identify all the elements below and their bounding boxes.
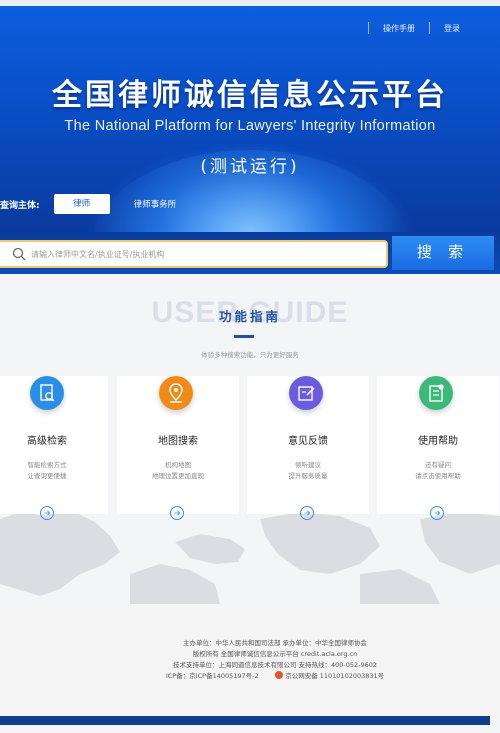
arrow-right-icon[interactable] [300, 506, 314, 520]
card-title: 使用帮助 [418, 436, 458, 447]
footer: 主办单位：中华人民共和国司法部 承办单位：中华全国律师协会 版权所有 全国律师诚… [0, 604, 500, 716]
page-title: 全国律师诚信信息公示平台 [52, 78, 448, 113]
footer-organizer: 主办单位：中华人民共和国司法部 承办单位：中华全国律师协会 [182, 639, 368, 647]
query-subject-label: 查询主体: [0, 200, 40, 211]
edit-feedback-icon [289, 376, 323, 410]
feature-card-help[interactable]: 使用帮助 还有疑问 请点击使用帮助 [377, 376, 499, 520]
arrow-right-icon[interactable] [170, 506, 184, 520]
guide-title: 功能指南 [218, 309, 281, 324]
arrow-right-icon[interactable] [40, 506, 54, 520]
nav-separator [368, 22, 369, 34]
guide-title-underline [234, 335, 254, 338]
test-run-label: (测试运行) [200, 157, 300, 177]
nav-manual-link[interactable]: 操作手册 [383, 23, 415, 34]
nav-login-link[interactable]: 登录 [444, 23, 460, 34]
query-subject-selector: 查询主体: 律师 律师事务所 [0, 194, 176, 214]
nav-separator [429, 22, 430, 34]
police-badge-icon [275, 671, 284, 679]
map-pin-icon [159, 376, 193, 410]
page-title-english: The National Platform for Lawyers' Integ… [64, 118, 436, 134]
footer-icp[interactable]: ICP备：京ICP备14005197号-2 [166, 672, 259, 680]
search-button[interactable]: 搜 索 [392, 236, 494, 270]
card-title: 地图搜索 [158, 436, 198, 447]
card-title: 意见反馈 [288, 436, 328, 447]
search-box [0, 240, 388, 268]
footer-registration: ICP备：京ICP备14005197号-2 京公网安备 110101020038… [0, 671, 500, 682]
search-input[interactable] [31, 249, 371, 259]
hero-banner: 操作手册 登录 全国律师诚信信息公示平台 The National Platfo… [0, 0, 500, 232]
footer-tech-support: 技术支持单位：上海同道信息技术有限公司 支持热线：400-052-9602 [172, 661, 378, 669]
feature-card-map-search[interactable]: 地图搜索 机构地图 地理位置更加直观 [117, 376, 239, 520]
top-nav: 操作手册 登录 [354, 22, 460, 34]
card-title: 高级检索 [27, 436, 67, 447]
bottom-bar [0, 716, 490, 725]
subject-option-law-firm[interactable]: 律师事务所 [134, 198, 177, 210]
top-strip [0, 0, 500, 6]
search-icon [12, 247, 26, 261]
arrow-right-icon[interactable] [430, 506, 444, 520]
guide-subtitle: 体验多种搜索功能，只为更好服务 [201, 351, 299, 359]
footer-police-record[interactable]: 京公网安备 11010102003831号 [285, 672, 384, 680]
card-description: 智能检索方式 让查询更便捷 [27, 461, 67, 480]
card-description: 倾听建议 提升服务质量 [288, 461, 328, 480]
function-guide-section: USER GUIDE 功能指南 体验多种搜索功能，只为更好服务 高级检索 智能检… [0, 274, 500, 604]
help-document-icon [419, 376, 453, 410]
feature-card-feedback[interactable]: 意见反馈 倾听建议 提升服务质量 [247, 376, 369, 520]
card-description: 机构地图 地理位置更加直观 [152, 461, 204, 480]
footer-copyright: 版权所有 全国律师诚信信息公示平台 credit.acla.org.cn [192, 650, 358, 658]
card-description: 还有疑问 请点击使用帮助 [415, 461, 461, 480]
subject-option-lawyer[interactable]: 律师 [53, 194, 110, 214]
search-document-icon [30, 376, 64, 410]
feature-card-advanced-search[interactable]: 高级检索 智能检索方式 让查询更便捷 [0, 376, 108, 520]
footer-info: 主办单位：中华人民共和国司法部 承办单位：中华全国律师协会 版权所有 全国律师诚… [0, 638, 500, 682]
